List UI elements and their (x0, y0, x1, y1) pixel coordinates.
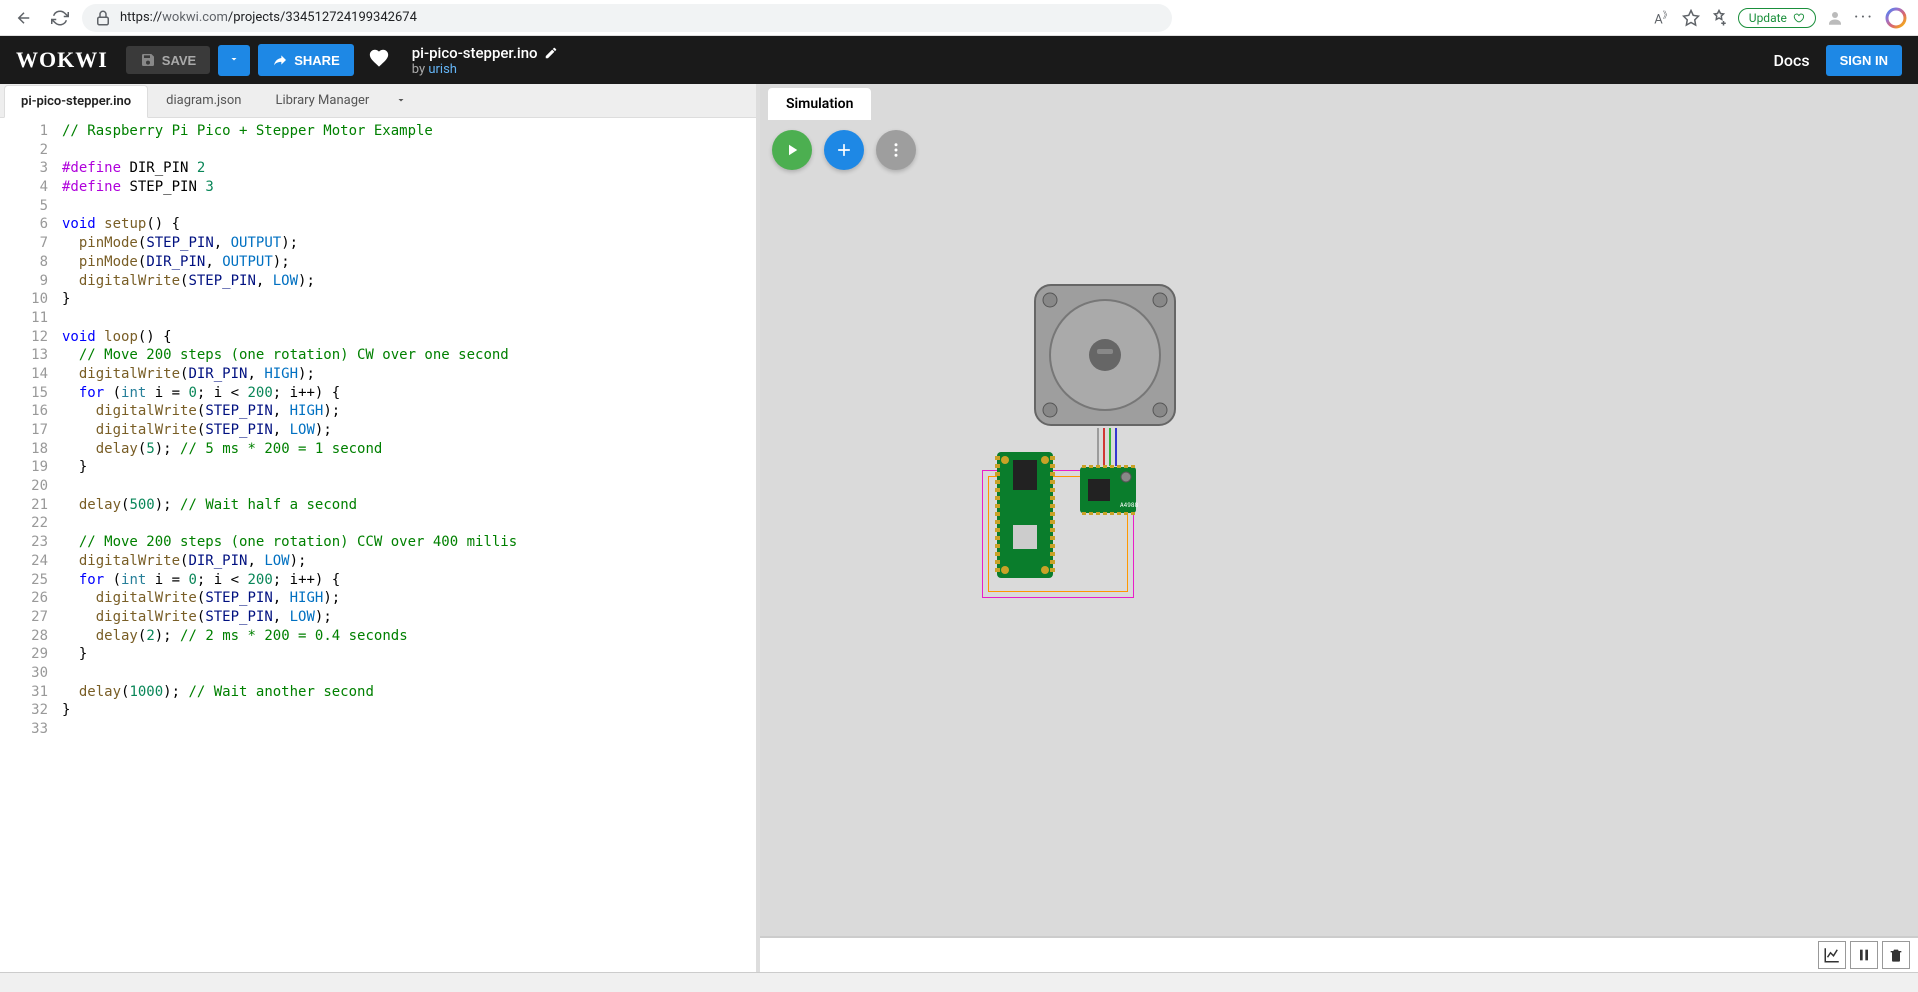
more-icon[interactable]: ··· (1854, 7, 1874, 28)
copilot-icon[interactable] (1884, 6, 1908, 30)
tab-menu-button[interactable] (395, 91, 407, 110)
chevron-down-icon (395, 94, 407, 106)
author-link[interactable]: urish (428, 62, 457, 77)
refresh-button[interactable] (46, 4, 74, 32)
simulation-bottom-bar (760, 936, 1918, 972)
lock-icon (94, 9, 112, 27)
a4988-driver[interactable]: A4988 (1078, 465, 1138, 515)
tab-library-manager[interactable]: Library Manager (259, 85, 385, 116)
sim-menu-button[interactable] (876, 130, 916, 170)
project-name: pi-pico-stepper.ino (412, 44, 538, 62)
save-dropdown-button[interactable] (218, 45, 250, 76)
star-icon[interactable] (1682, 9, 1700, 27)
tab-simulation[interactable]: Simulation (768, 88, 871, 120)
line-gutter: 1234567891011121314151617181920212223242… (0, 118, 62, 972)
edit-icon[interactable] (544, 46, 558, 60)
pause-icon (1856, 947, 1872, 963)
os-taskbar (0, 972, 1918, 992)
chart-icon (1823, 946, 1841, 964)
app-header: WOKWI SAVE SHARE pi-pico-stepper.ino by … (0, 36, 1918, 84)
plotter-button[interactable] (1818, 941, 1846, 969)
update-button[interactable]: Update (1738, 8, 1816, 28)
dots-vertical-icon (887, 141, 905, 159)
url-text: https://wokwi.com/projects/3345127241993… (120, 10, 417, 25)
wokwi-logo[interactable]: WOKWI (16, 47, 108, 73)
back-button[interactable] (10, 4, 38, 32)
save-icon (140, 52, 156, 68)
add-part-button[interactable] (824, 130, 864, 170)
pause-button[interactable] (1850, 941, 1878, 969)
favorites-icon[interactable] (1710, 9, 1728, 27)
tab-diagram[interactable]: diagram.json (150, 85, 257, 116)
stepper-motor[interactable] (1030, 280, 1180, 430)
tab-sketch[interactable]: pi-pico-stepper.ino (4, 85, 148, 118)
favorite-button[interactable] (362, 41, 396, 79)
simulation-toolbar (760, 120, 1918, 180)
motor-wires (1090, 428, 1140, 468)
save-button[interactable]: SAVE (126, 46, 210, 74)
editor-tabs: pi-pico-stepper.ino diagram.json Library… (0, 84, 756, 118)
code-content[interactable]: // Raspberry Pi Pico + Stepper Motor Exa… (62, 118, 756, 972)
docs-link[interactable]: Docs (1773, 51, 1809, 70)
signin-button[interactable]: SIGN IN (1826, 45, 1902, 76)
heart-icon (368, 47, 390, 69)
text-size-icon[interactable]: A》 (1654, 8, 1672, 27)
share-button[interactable]: SHARE (258, 44, 354, 76)
raspberry-pi-pico[interactable] (995, 450, 1055, 580)
editor-pane: pi-pico-stepper.ino diagram.json Library… (0, 84, 760, 972)
svg-text:A4988: A4988 (1120, 502, 1138, 509)
code-editor[interactable]: 1234567891011121314151617181920212223242… (0, 118, 756, 972)
profile-icon[interactable] (1826, 9, 1844, 27)
play-icon (783, 141, 801, 159)
plus-icon (834, 140, 854, 160)
chevron-down-icon (228, 53, 240, 65)
trash-icon (1888, 947, 1904, 963)
browser-toolbar: https://wokwi.com/projects/3345127241993… (0, 0, 1918, 36)
simulation-pane: Simulation (760, 84, 1918, 972)
share-icon (272, 52, 288, 68)
delete-button[interactable] (1882, 941, 1910, 969)
project-title: pi-pico-stepper.ino by urish (412, 44, 558, 77)
address-bar[interactable]: https://wokwi.com/projects/3345127241993… (82, 4, 1172, 32)
simulation-canvas[interactable]: A4988 (760, 180, 1918, 936)
play-button[interactable] (772, 130, 812, 170)
